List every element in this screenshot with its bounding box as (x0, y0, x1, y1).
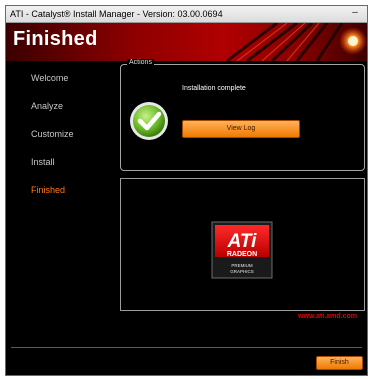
view-log-button[interactable]: View Log (182, 120, 300, 138)
sidebar-item-welcome: Welcome (31, 73, 69, 83)
finish-button[interactable]: Finish (316, 356, 363, 370)
sidebar-item-finished: Finished (31, 185, 66, 195)
brand-logo-panel: ATi RADEON PREMIUM GRAPHICS (120, 178, 365, 311)
check-icon (130, 102, 168, 140)
title-bar: ATI - Catalyst® Install Manager - Versio… (6, 6, 367, 23)
website-link[interactable]: www.ati.amd.com (298, 313, 357, 320)
wizard-steps-sidebar: Welcome Analyze Customize Install Finish… (6, 61, 114, 346)
page-title: Finished (13, 28, 98, 50)
footer-divider (11, 347, 362, 348)
actions-legend: Actions (127, 59, 154, 66)
sidebar-item-install: Install (31, 157, 55, 167)
sidebar-item-analyze: Analyze (31, 101, 64, 111)
page-header: Finished (6, 23, 367, 61)
header-decoration-icon (226, 23, 367, 61)
window-title: ATI - Catalyst® Install Manager - Versio… (10, 9, 223, 19)
installation-status-text: Installation complete (182, 85, 246, 92)
actions-group: Actions Installation complete View Log (120, 59, 365, 171)
minimize-button[interactable]: – (349, 8, 361, 18)
ati-radeon-logo: ATi RADEON PREMIUM GRAPHICS (211, 221, 273, 279)
logo-tagline-1: PREMIUM (231, 263, 253, 268)
logo-brand-text: ATi (227, 231, 258, 252)
logo-product-text: RADEON (227, 251, 257, 258)
installer-window: ATI - Catalyst® Install Manager - Versio… (5, 5, 368, 376)
sidebar-item-customize: Customize (31, 129, 74, 139)
logo-tagline-2: GRAPHICS (230, 269, 254, 274)
